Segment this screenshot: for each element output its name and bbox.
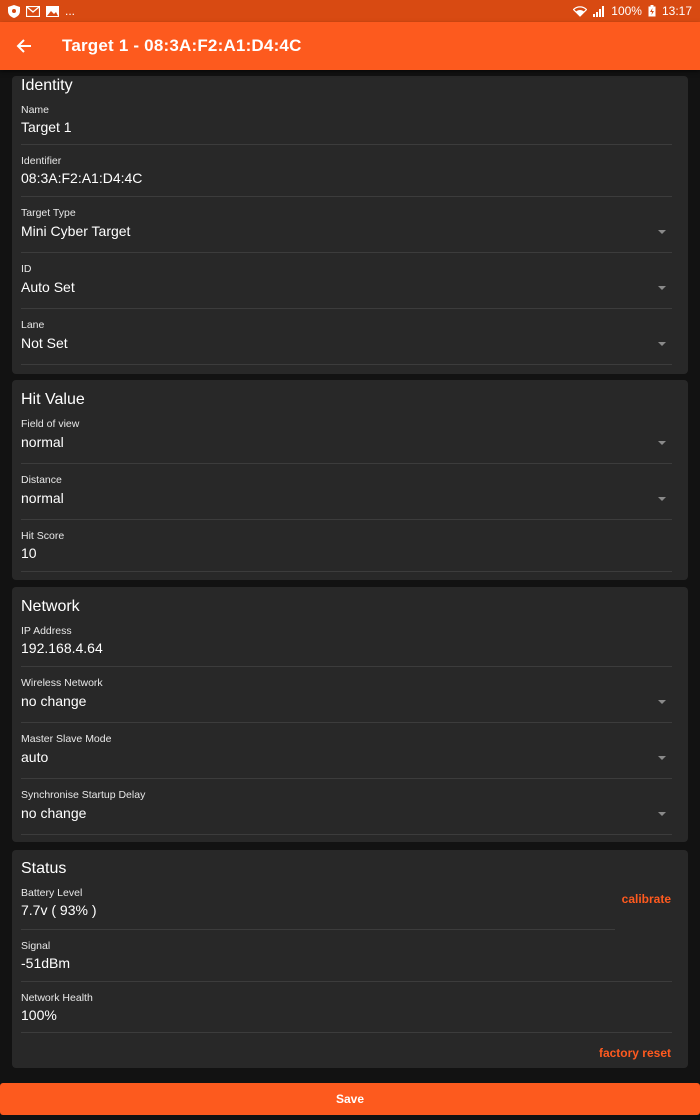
dropdown-arrow-icon bbox=[658, 342, 666, 346]
signal-field: Signal -51dBm bbox=[21, 930, 672, 982]
dropdown-arrow-icon bbox=[658, 230, 666, 234]
battery-level-label: Battery Level bbox=[21, 887, 83, 899]
save-button[interactable]: Save bbox=[0, 1083, 700, 1115]
master-slave-label: Master Slave Mode bbox=[21, 733, 112, 745]
identifier-label: Identifier bbox=[21, 155, 62, 167]
network-health-label: Network Health bbox=[21, 992, 93, 1004]
more-notifications: ... bbox=[65, 4, 76, 18]
factory-reset-button[interactable]: factory reset bbox=[599, 1046, 671, 1060]
target-type-label: Target Type bbox=[21, 207, 76, 219]
field-of-view-value: normal bbox=[21, 434, 64, 450]
hit-score-value: 10 bbox=[21, 545, 37, 561]
signal-label: Signal bbox=[21, 940, 51, 952]
distance-value: normal bbox=[21, 490, 64, 506]
wireless-network-value: no change bbox=[21, 693, 87, 709]
save-label: Save bbox=[335, 1092, 365, 1106]
gallery-icon bbox=[46, 5, 59, 17]
hit-value-title: Hit Value bbox=[21, 391, 85, 408]
battery-level-value: 7.7v ( 93% ) bbox=[21, 902, 97, 918]
battery-icon bbox=[648, 5, 656, 17]
target-type-dropdown[interactable]: Target Type Mini Cyber Target bbox=[21, 197, 672, 253]
status-card: Status Battery Level 7.7v ( 93% ) Signal… bbox=[12, 850, 688, 1068]
master-slave-dropdown[interactable]: Master Slave Mode auto bbox=[21, 723, 672, 779]
sync-startup-delay-label: Synchronise Startup Delay bbox=[21, 789, 146, 801]
hit-score-field[interactable]: Hit Score 10 bbox=[21, 520, 672, 572]
id-value: Auto Set bbox=[21, 279, 75, 295]
dropdown-arrow-icon bbox=[658, 441, 666, 445]
dropdown-arrow-icon bbox=[658, 756, 666, 760]
app-bar: Target 1 - 08:3A:F2:A1:D4:4C bbox=[0, 22, 700, 70]
shield-icon bbox=[8, 4, 20, 18]
id-dropdown[interactable]: ID Auto Set bbox=[21, 253, 672, 309]
identity-card: Identity Name Target 1 Identifier 08:3A:… bbox=[12, 76, 688, 374]
ip-address-label: IP Address bbox=[21, 625, 72, 637]
gmail-icon bbox=[26, 5, 40, 17]
name-label: Name bbox=[21, 104, 50, 116]
scroll-content[interactable]: Identity Name Target 1 Identifier 08:3A:… bbox=[0, 70, 700, 1075]
network-health-field: Network Health 100% bbox=[21, 982, 672, 1033]
calibrate-button[interactable]: calibrate bbox=[622, 892, 671, 906]
name-field[interactable]: Name Target 1 bbox=[21, 96, 672, 145]
network-card: Network IP Address 192.168.4.64 Wireless… bbox=[12, 587, 688, 842]
lane-value: Not Set bbox=[21, 335, 68, 351]
target-type-value: Mini Cyber Target bbox=[21, 223, 131, 239]
dropdown-arrow-icon bbox=[658, 497, 666, 501]
dropdown-arrow-icon bbox=[658, 812, 666, 816]
sync-startup-delay-value: no change bbox=[21, 805, 87, 821]
identity-title: Identity bbox=[21, 77, 73, 94]
sync-startup-delay-dropdown[interactable]: Synchronise Startup Delay no change bbox=[21, 779, 672, 835]
ip-address-value: 192.168.4.64 bbox=[21, 640, 103, 656]
identifier-value: 08:3A:F2:A1:D4:4C bbox=[21, 170, 143, 186]
field-of-view-label: Field of view bbox=[21, 418, 80, 430]
back-arrow-icon[interactable] bbox=[0, 22, 48, 70]
identifier-field[interactable]: Identifier 08:3A:F2:A1:D4:4C bbox=[21, 145, 672, 197]
hit-score-label: Hit Score bbox=[21, 530, 65, 542]
id-label: ID bbox=[21, 263, 32, 275]
page-title: Target 1 - 08:3A:F2:A1:D4:4C bbox=[62, 36, 302, 55]
battery-level-field: Battery Level 7.7v ( 93% ) bbox=[21, 879, 615, 930]
status-title: Status bbox=[21, 860, 67, 877]
wireless-network-label: Wireless Network bbox=[21, 677, 103, 689]
lane-label: Lane bbox=[21, 319, 45, 331]
distance-dropdown[interactable]: Distance normal bbox=[21, 464, 672, 520]
system-status-bar: ... 100% 13:17 bbox=[0, 0, 700, 22]
network-health-value: 100% bbox=[21, 1007, 57, 1023]
ip-address-field[interactable]: IP Address 192.168.4.64 bbox=[21, 617, 672, 667]
signal-value: -51dBm bbox=[21, 955, 71, 971]
signal-icon bbox=[593, 5, 605, 17]
clock: 13:17 bbox=[661, 4, 692, 18]
field-of-view-dropdown[interactable]: Field of view normal bbox=[21, 410, 672, 464]
distance-label: Distance bbox=[21, 474, 62, 486]
network-title: Network bbox=[21, 598, 80, 615]
name-value: Target 1 bbox=[21, 119, 72, 135]
dropdown-arrow-icon bbox=[658, 700, 666, 704]
dropdown-arrow-icon bbox=[658, 286, 666, 290]
lane-dropdown[interactable]: Lane Not Set bbox=[21, 309, 672, 365]
wifi-icon bbox=[573, 5, 588, 17]
hit-value-card: Hit Value Field of view normal Distance … bbox=[12, 380, 688, 580]
battery-percent: 100% bbox=[611, 4, 642, 18]
wireless-network-dropdown[interactable]: Wireless Network no change bbox=[21, 667, 672, 723]
master-slave-value: auto bbox=[21, 749, 49, 765]
